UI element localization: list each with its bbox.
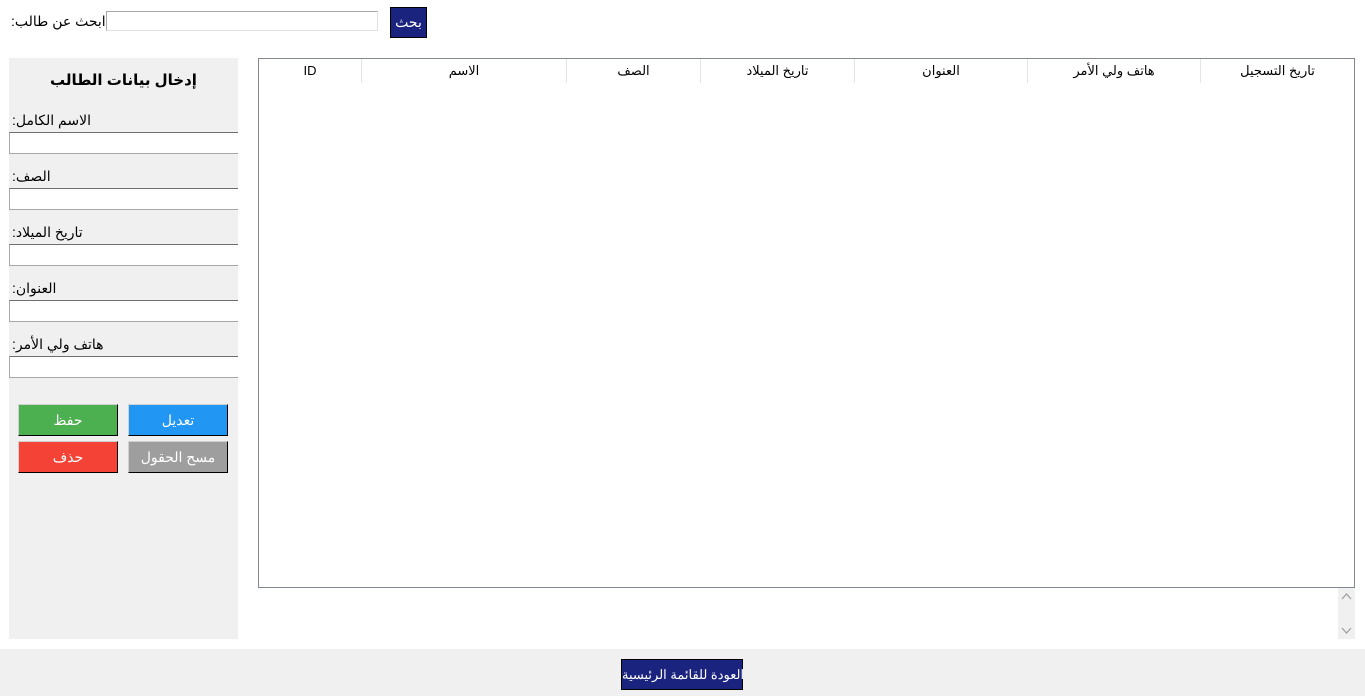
chevron-down-icon[interactable] — [1338, 622, 1355, 639]
birth-date-field[interactable] — [9, 244, 238, 266]
birth-date-label: :تاريخ الميلاد — [12, 224, 83, 240]
edit-button[interactable]: تعديل — [128, 404, 228, 436]
bottom-bar: العودة للقائمة الرئيسية — [0, 649, 1365, 696]
student-form-panel: إدخال بيانات الطالب :الاسم الكامل :الصف … — [9, 58, 238, 639]
column-header-address[interactable]: العنوان — [855, 59, 1028, 83]
students-table[interactable]: ID الاسم الصف تاريخ الميلاد العنوان هاتف… — [258, 58, 1355, 588]
class-label: :الصف — [12, 168, 51, 184]
delete-button[interactable]: حذف — [18, 441, 118, 473]
guardian-phone-label: :هاتف ولي الأمر — [12, 336, 104, 352]
clear-fields-button[interactable]: مسح الحقول — [128, 441, 228, 473]
column-header-guardian-phone[interactable]: هاتف ولي الأمر — [1028, 59, 1201, 83]
address-label: :العنوان — [12, 280, 57, 296]
search-button[interactable]: بحث — [390, 7, 427, 38]
address-field[interactable] — [9, 300, 238, 322]
full-name-label: :الاسم الكامل — [12, 112, 91, 128]
class-field[interactable] — [9, 188, 238, 210]
column-header-class[interactable]: الصف — [567, 59, 701, 83]
chevron-up-icon[interactable] — [1338, 588, 1355, 605]
guardian-phone-field[interactable] — [9, 356, 238, 378]
vertical-scrollbar[interactable] — [1338, 588, 1355, 639]
back-to-main-menu-button[interactable]: العودة للقائمة الرئيسية — [621, 659, 744, 690]
column-header-id[interactable]: ID — [259, 59, 362, 83]
form-title: إدخال بيانات الطالب — [50, 72, 197, 89]
search-input[interactable] — [106, 11, 378, 31]
column-header-name[interactable]: الاسم — [362, 59, 567, 83]
column-header-registration-date[interactable]: تاريخ التسجيل — [1201, 59, 1354, 83]
full-name-field[interactable] — [9, 132, 238, 154]
table-header-row: ID الاسم الصف تاريخ الميلاد العنوان هاتف… — [259, 59, 1354, 83]
save-button[interactable]: حفظ — [18, 404, 118, 436]
column-header-birth-date[interactable]: تاريخ الميلاد — [701, 59, 855, 83]
search-label: :ابحث عن طالب — [11, 13, 106, 29]
